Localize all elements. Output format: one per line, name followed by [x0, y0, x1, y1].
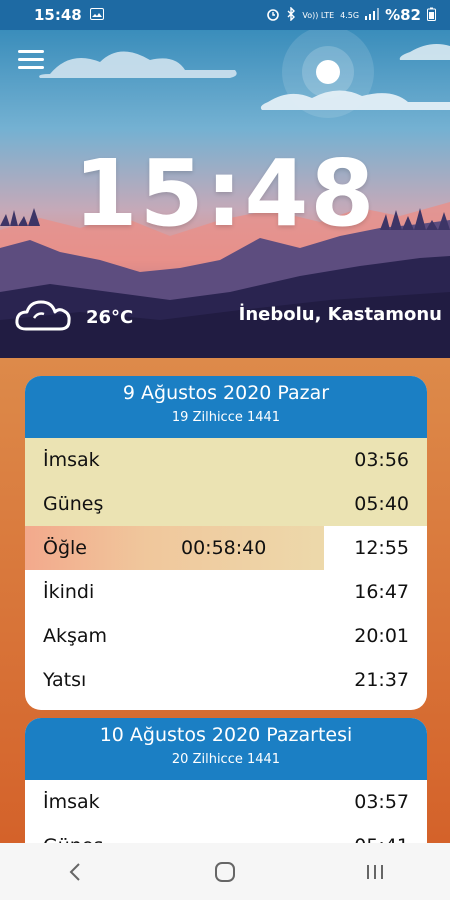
home-button[interactable]: [195, 852, 255, 892]
day-card: 9 Ağustos 2020 Pazar 19 Zilhicce 1441 İm…: [25, 376, 427, 710]
prayer-name: Güneş: [43, 835, 103, 843]
battery-percent: %82: [385, 6, 421, 24]
prayer-name: Güneş: [43, 493, 104, 515]
bluetooth-icon: [286, 5, 296, 24]
prayer-name: Öğle: [43, 537, 87, 559]
prayer-name: İmsak: [43, 791, 100, 813]
prayer-row-imsak: İmsak 03:57: [25, 780, 427, 824]
day-card: 10 Ağustos 2020 Pazartesi 20 Zilhicce 14…: [25, 718, 427, 843]
day-card-header: 9 Ağustos 2020 Pazar 19 Zilhicce 1441: [25, 376, 427, 438]
network-label-2: 4.5G: [340, 10, 360, 20]
prayer-row-aksam: Akşam 20:01: [25, 614, 427, 658]
temperature: 26°C: [86, 306, 134, 328]
prayer-row-ogle-current: Öğle 00:58:40 12:55: [25, 526, 427, 570]
status-time: 15:48: [34, 6, 82, 24]
cloud-icon: [14, 298, 72, 336]
prayer-time: 21:37: [354, 669, 409, 691]
prayer-row-gunes: Güneş 05:41: [25, 824, 427, 843]
network-label-1: Vo)) LTE: [302, 10, 335, 20]
gallery-icon: [89, 7, 104, 23]
gregorian-date: 9 Ağustos 2020 Pazar: [122, 382, 330, 404]
location-label[interactable]: İnebolu, Kastamonu: [239, 304, 442, 325]
prayer-times-list[interactable]: 9 Ağustos 2020 Pazar 19 Zilhicce 1441 İm…: [0, 358, 450, 843]
chevron-left-icon: [69, 862, 80, 881]
prayer-time: 03:57: [354, 791, 409, 813]
recents-icon: [367, 864, 383, 879]
prayer-time: 16:47: [354, 581, 409, 603]
prayer-name: İmsak: [43, 449, 100, 471]
prayer-row-yatsi: Yatsı 21:37: [25, 658, 427, 702]
prayer-row-ikindi: İkindi 16:47: [25, 570, 427, 614]
weather-summary: 26°C: [14, 298, 133, 336]
prayer-time: 05:41: [354, 835, 409, 843]
header-scene: 15:48 26°C İnebolu, Kastamonu: [0, 30, 450, 358]
main-clock: 15:48: [73, 140, 377, 247]
prayer-row-imsak: İmsak 03:56: [25, 438, 427, 482]
hijri-date: 19 Zilhicce 1441: [171, 410, 281, 425]
system-nav-bar: [0, 843, 450, 900]
home-icon: [215, 861, 235, 882]
prayer-time: 05:40: [354, 493, 409, 515]
alarm-icon: [266, 7, 280, 24]
prayer-time: 03:56: [354, 449, 409, 471]
status-bar: 15:48 Vo)) LTE 4.5G %82: [0, 0, 450, 30]
battery-icon: [427, 7, 436, 24]
signal-icon: [365, 7, 380, 23]
prayer-name: İkindi: [43, 581, 95, 603]
gregorian-date: 10 Ağustos 2020 Pazartesi: [99, 724, 353, 746]
back-button[interactable]: [45, 852, 105, 892]
menu-icon[interactable]: [18, 50, 44, 70]
hijri-date: 20 Zilhicce 1441: [171, 752, 281, 767]
prayer-time: 12:55: [354, 537, 409, 559]
prayer-name: Yatsı: [43, 669, 87, 691]
recents-button[interactable]: [345, 852, 405, 892]
day-card-header: 10 Ağustos 2020 Pazartesi 20 Zilhicce 14…: [25, 718, 427, 780]
prayer-row-gunes: Güneş 05:40: [25, 482, 427, 526]
time-remaining: 00:58:40: [181, 537, 267, 559]
prayer-time: 20:01: [354, 625, 409, 647]
prayer-name: Akşam: [43, 625, 108, 647]
